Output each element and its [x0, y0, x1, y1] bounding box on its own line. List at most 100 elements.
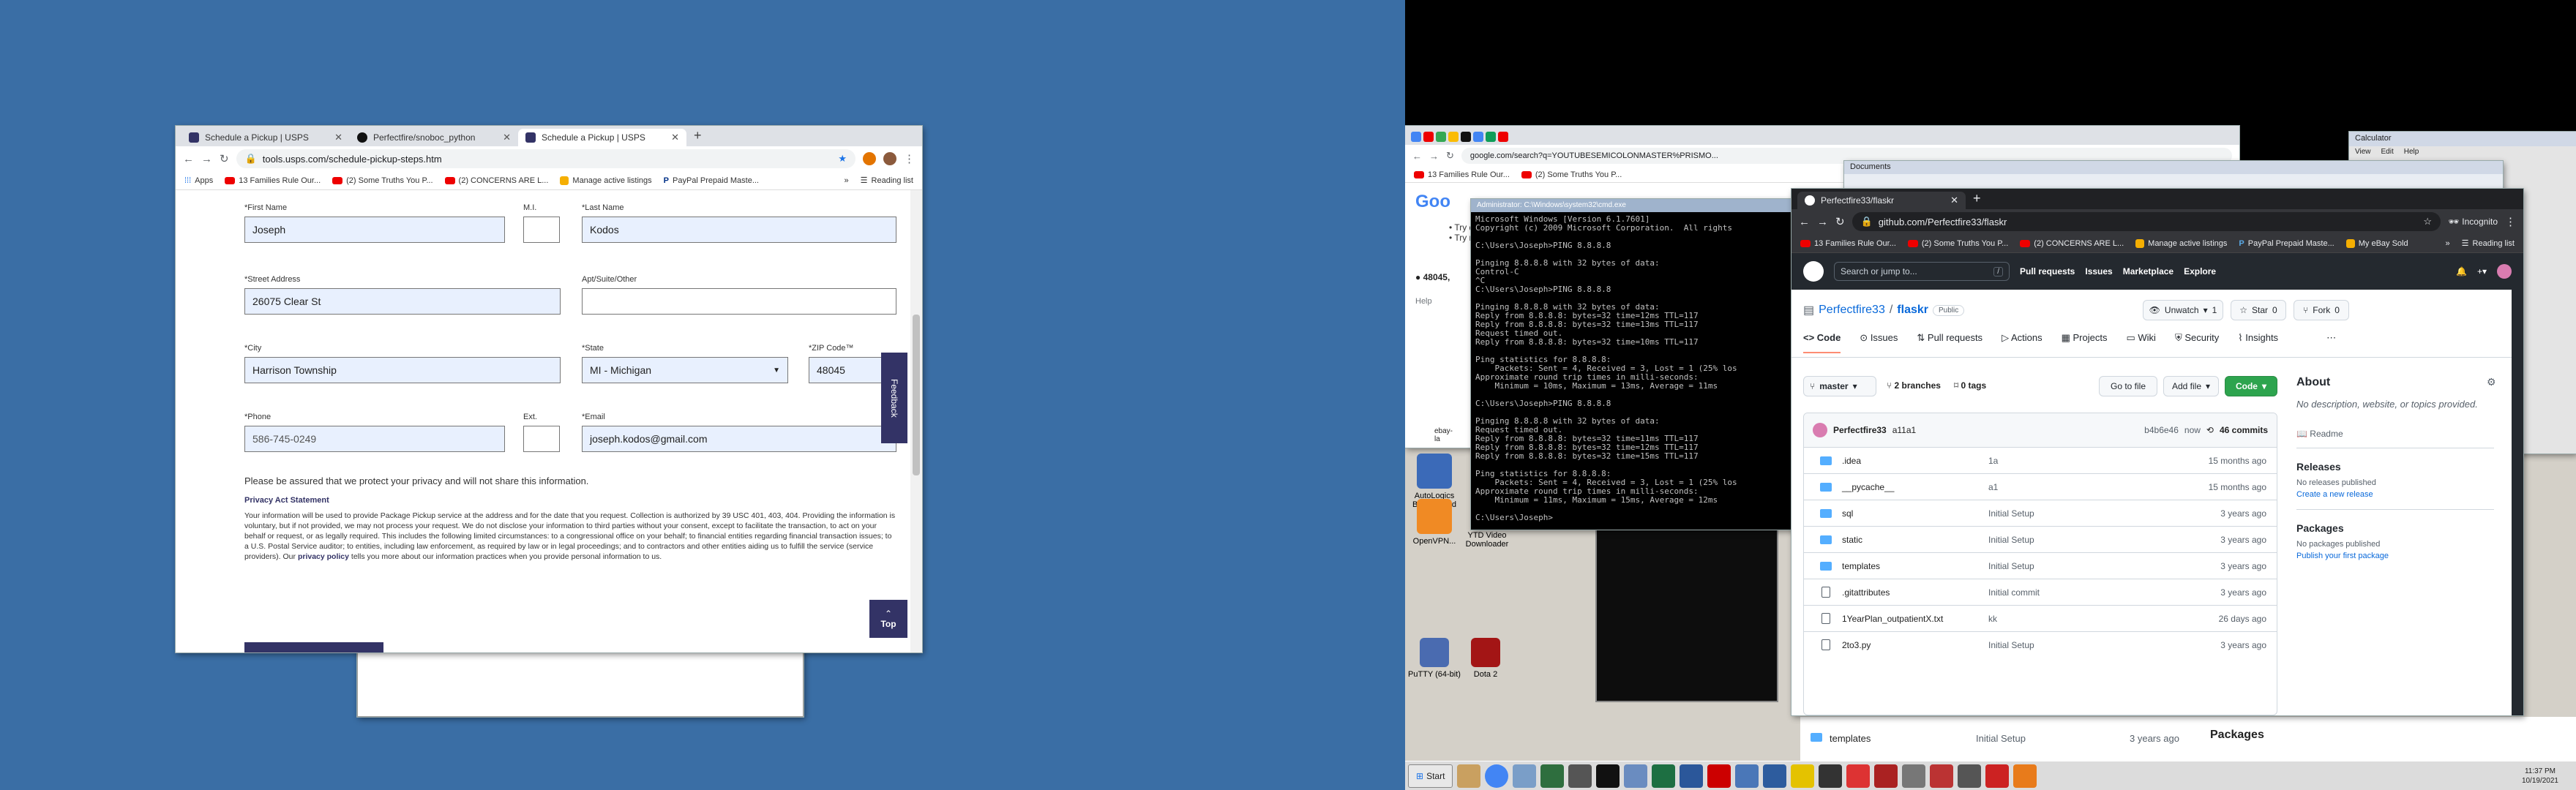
submit-button[interactable] — [244, 642, 383, 652]
app-icon[interactable] — [1930, 764, 1954, 788]
code-button[interactable]: Code ▾ — [2225, 376, 2277, 396]
new-tab-button[interactable]: + — [1966, 191, 1988, 209]
publish-package-link[interactable]: Publish your first package — [2296, 552, 2389, 560]
help-link[interactable]: Help — [1415, 297, 1432, 306]
acrobat-icon[interactable] — [1707, 764, 1731, 788]
file-row[interactable]: 1YearPlan_outpatientX.txt kk 26 days ago — [1804, 605, 2277, 631]
menu-icon[interactable]: ⋮ — [904, 152, 915, 165]
scrollbar[interactable] — [910, 190, 922, 652]
create-release-link[interactable]: Create a new release — [2296, 490, 2373, 499]
email-field[interactable]: joseph.kodos@gmail.com — [582, 426, 896, 452]
tab-projects[interactable]: ▦ Projects — [2062, 332, 2108, 353]
state-select[interactable]: MI - Michigan ▼ — [582, 357, 788, 383]
bookmark-item[interactable]: (2) Some Truths You P... — [1907, 239, 2008, 248]
app-icon[interactable] — [2013, 764, 2037, 788]
back-icon[interactable]: ← — [1412, 151, 1422, 162]
reload-icon[interactable]: ↻ — [1835, 215, 1845, 228]
bookmark-item[interactable]: (2) CONCERNS ARE L... — [444, 176, 548, 185]
app-icon[interactable] — [1624, 764, 1648, 788]
usps-browser-window[interactable]: Schedule a Pickup | USPS ✕ Perfectfire/sn… — [176, 126, 922, 652]
bookmark-item[interactable]: (2) Some Truths You P... — [1521, 170, 1622, 179]
commit-message[interactable]: a11a1 — [1892, 425, 1916, 435]
tab-pull-requests[interactable]: ⇅ Pull requests — [1917, 332, 1982, 353]
menu-item[interactable]: Edit — [2381, 148, 2394, 158]
avatar[interactable] — [2497, 264, 2512, 279]
repo-owner-link[interactable]: Perfectfire33 — [1819, 304, 1885, 317]
app-icon[interactable] — [1791, 764, 1815, 788]
file-name[interactable]: 1YearPlan_outpatientX.txt — [1842, 614, 1988, 624]
app-icon[interactable] — [1568, 764, 1592, 788]
app-icon[interactable] — [1958, 764, 1982, 788]
file-name[interactable]: templates — [1842, 561, 1988, 571]
phone-field[interactable]: 586-745-0249 — [244, 426, 505, 452]
file-name[interactable]: static — [1842, 535, 1988, 545]
search-input[interactable]: Search or jump to... / — [1834, 262, 2010, 281]
branch-selector[interactable]: ⑂ master ▾ — [1803, 376, 1876, 396]
commits-link[interactable]: 46 commits — [2220, 425, 2268, 435]
bookmark-item[interactable]: (2) CONCERNS ARE L... — [2020, 239, 2124, 248]
commit-message[interactable]: Initial Setup — [1988, 535, 2171, 545]
app-icon[interactable] — [1763, 764, 1787, 788]
browser-tab[interactable]: Schedule a Pickup | USPS ✕ — [181, 129, 350, 146]
explorer-icon[interactable] — [1457, 764, 1481, 788]
desktop-icon[interactable]: Dota 2 — [1456, 638, 1515, 679]
file-row[interactable]: static Initial Setup 3 years ago — [1804, 526, 2277, 552]
repo-name-link[interactable]: flaskr — [1897, 304, 1928, 317]
file-name[interactable]: .idea — [1842, 456, 1988, 466]
menu-item[interactable]: View — [2355, 148, 2371, 158]
tab-issues[interactable]: ⊙ Issues — [1860, 332, 1898, 353]
app-icon[interactable] — [1902, 764, 1926, 788]
commit-message[interactable]: Initial Setup — [1988, 561, 2171, 571]
app-icon[interactable] — [1735, 764, 1759, 788]
bookmark-item[interactable]: Manage active listings — [560, 176, 652, 185]
file-row[interactable]: templates Initial Setup 3 years ago — [1804, 552, 2277, 579]
close-icon[interactable]: ✕ — [671, 132, 679, 143]
unwatch-button[interactable]: 👁 Unwatch ▾ 1 — [2143, 300, 2223, 320]
app-icon[interactable] — [1819, 764, 1843, 788]
desktop-icon[interactable]: OpenVPN... — [1405, 499, 1464, 546]
menu-item[interactable]: Help — [2404, 148, 2419, 158]
address-bar[interactable]: 🔒 github.com/Perfectfire33/flaskr ☆ — [1852, 212, 2441, 231]
readme-link[interactable]: 📖 Readme — [2296, 429, 2343, 439]
forward-icon[interactable]: → — [1429, 151, 1439, 162]
street-field[interactable]: 26075 Clear St — [244, 288, 561, 315]
app-icon[interactable] — [1874, 764, 1898, 788]
background-window[interactable] — [357, 644, 804, 717]
feedback-tab[interactable]: Feedback — [881, 353, 907, 443]
star-icon[interactable]: ★ — [838, 153, 847, 165]
reload-icon[interactable]: ↻ — [1446, 150, 1454, 162]
browser-tab[interactable]: Perfectfire/snoboc_python ✕ — [350, 129, 518, 146]
go-to-file-button[interactable]: Go to file — [2099, 376, 2157, 396]
bookmark-item[interactable]: Manage active listings — [2135, 238, 2227, 248]
star-icon[interactable]: ☆ — [2423, 216, 2432, 227]
gear-icon[interactable]: ⚙ — [2487, 376, 2496, 388]
plus-icon[interactable]: +▾ — [2477, 266, 2487, 276]
nav-pull-requests[interactable]: Pull requests — [2020, 266, 2075, 276]
bell-icon[interactable]: 🔔 — [2456, 266, 2467, 276]
file-row[interactable]: sql Initial Setup 3 years ago — [1804, 500, 2277, 526]
app-icon[interactable] — [1540, 764, 1565, 788]
back-icon[interactable]: ← — [1799, 216, 1810, 228]
commit-message[interactable]: a1 — [1988, 482, 2171, 492]
bookmark-item[interactable]: P PayPal Prepaid Maste... — [664, 176, 759, 185]
bookmark-item[interactable]: 13 Families Rule Our... — [1800, 239, 1896, 248]
address-bar[interactable]: 🔒 tools.usps.com/schedule-pickup-steps.ht… — [236, 149, 855, 168]
ext-field[interactable] — [523, 426, 560, 452]
commit-message[interactable]: Initial Setup — [1988, 508, 2171, 519]
back-to-top-button[interactable]: ⌃ Top — [869, 600, 907, 638]
more-icon[interactable]: ⋯ — [2326, 332, 2336, 353]
bookmark-apps[interactable]: ⁞⁞⁞ Apps — [184, 176, 213, 185]
commit-message[interactable]: Initial commit — [1988, 587, 2171, 598]
file-row[interactable]: 2to3.py Initial Setup 3 years ago — [1804, 631, 2277, 658]
start-button[interactable]: ⊞ Start — [1408, 764, 1453, 788]
last-name-field[interactable]: Kodos — [582, 217, 896, 243]
tab-wiki[interactable]: ▭ Wiki — [2126, 332, 2155, 353]
close-icon[interactable]: ✕ — [1950, 195, 1958, 206]
menu-icon[interactable]: ⋮ — [2505, 215, 2516, 228]
commit-message[interactable]: 1a — [1988, 456, 2171, 466]
file-name[interactable]: sql — [1842, 508, 1988, 519]
bookmark-item[interactable]: 13 Families Rule Our... — [1414, 170, 1510, 179]
star-button[interactable]: ☆ Star 0 — [2231, 300, 2286, 320]
browser-tab-active[interactable]: Perfectfire33/flaskr ✕ — [1797, 192, 1966, 209]
clock[interactable]: 11:37 PM 10/19/2021 — [2522, 767, 2573, 786]
